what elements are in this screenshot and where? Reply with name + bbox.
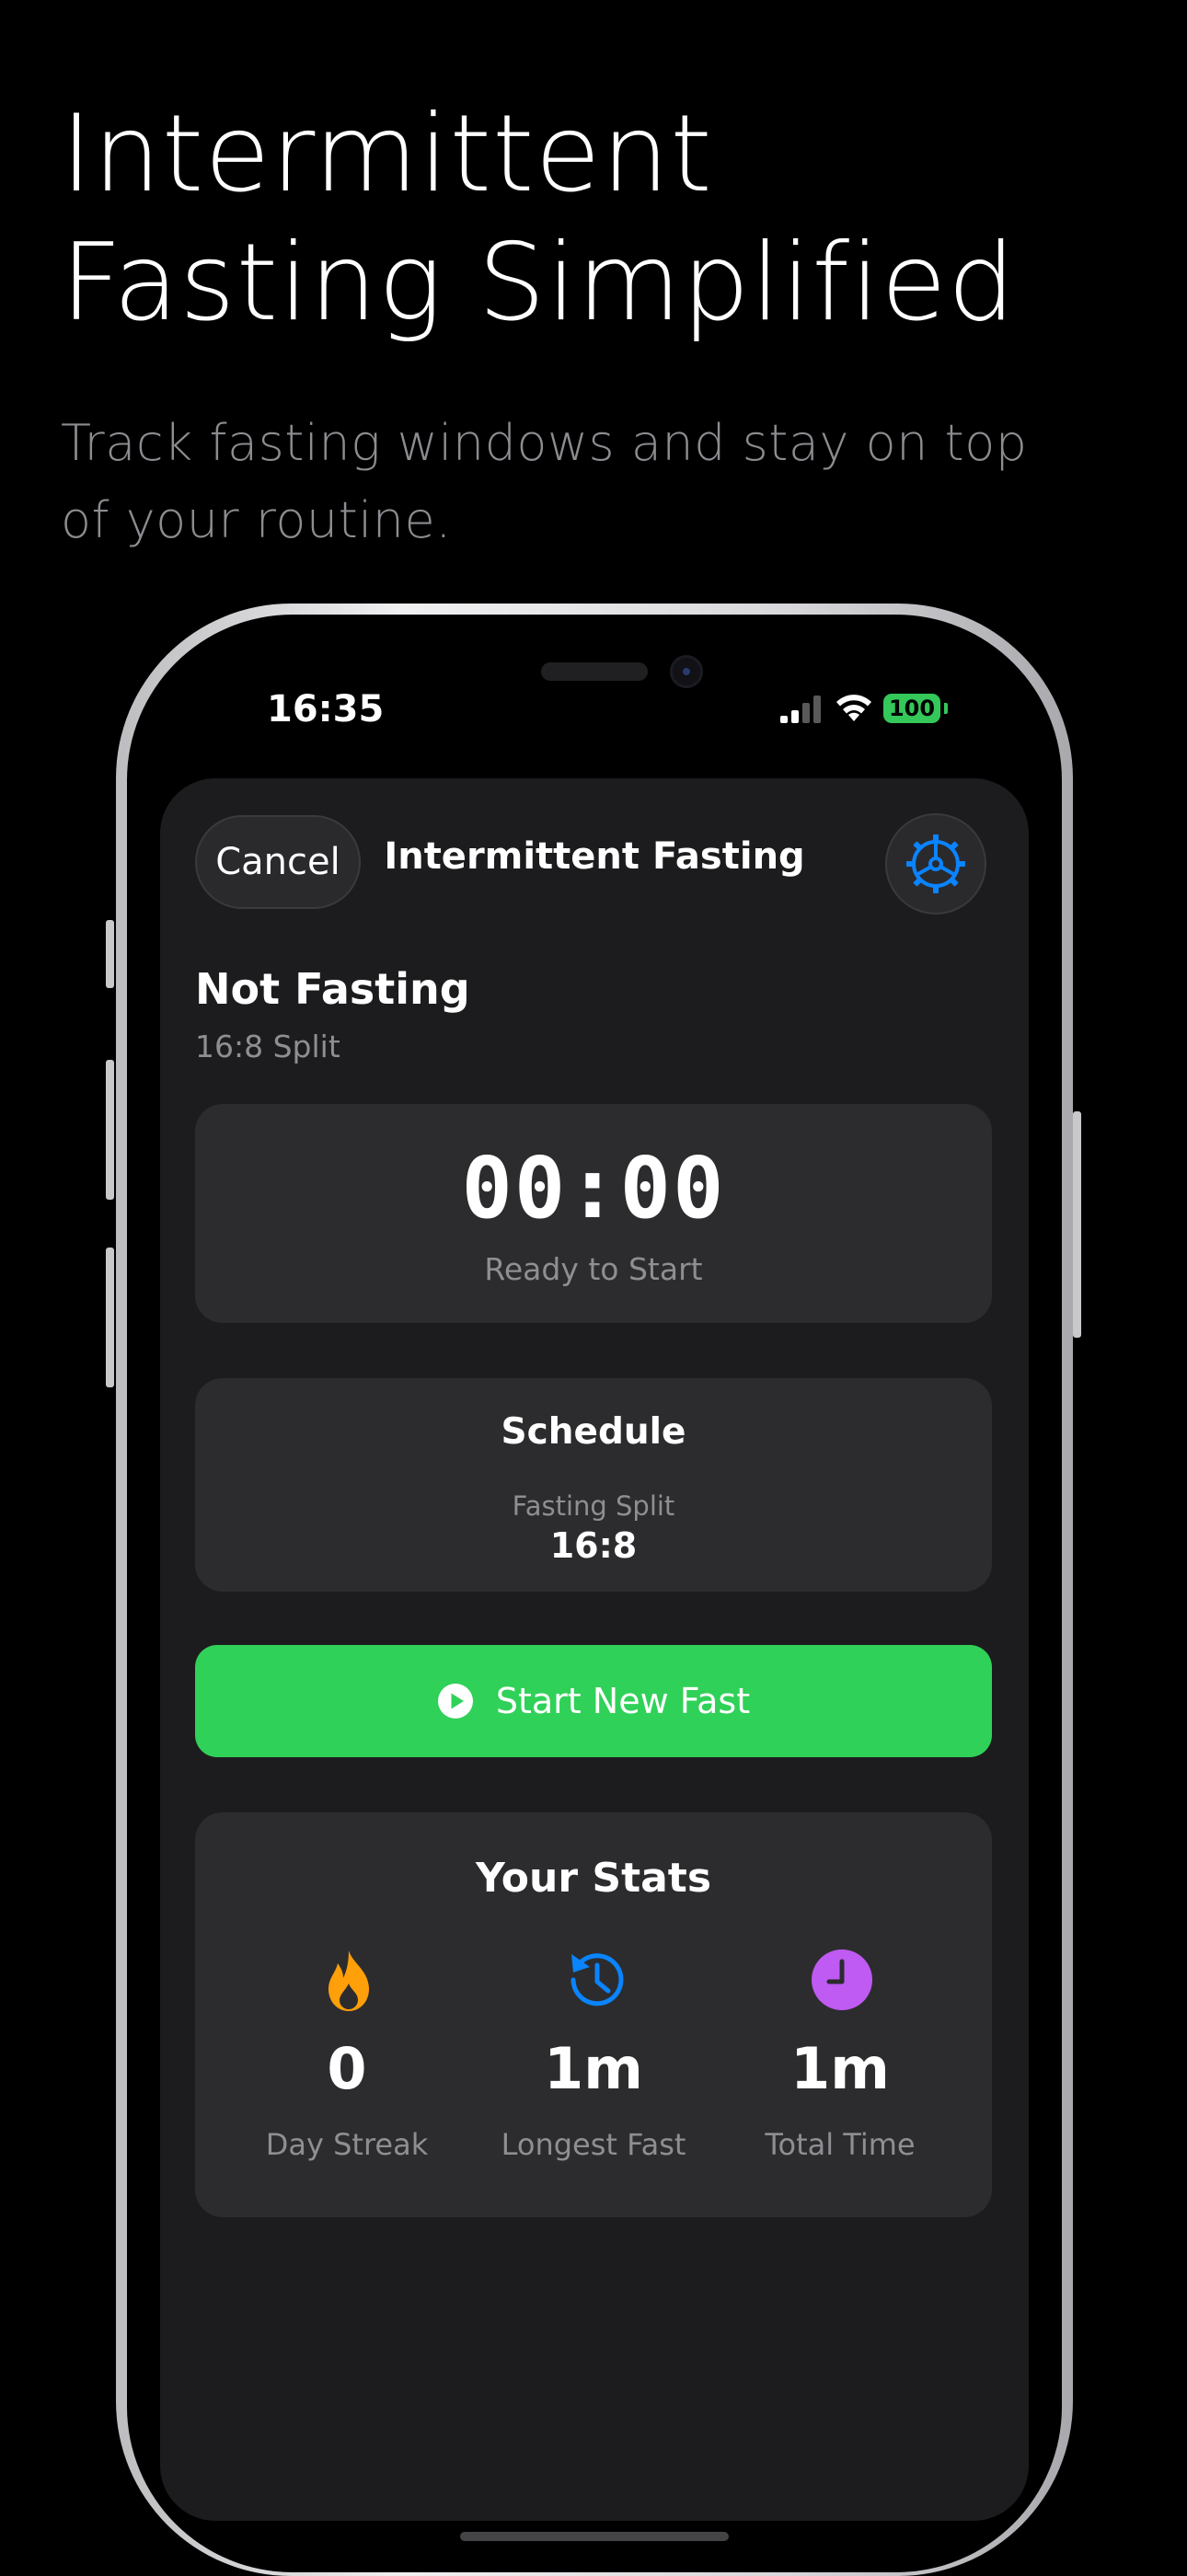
- stat-longest-fast: 1m Longest Fast: [474, 1947, 713, 2186]
- stats-title: Your Stats: [475, 1855, 712, 1902]
- stat-total-time-value: 1m: [790, 2035, 890, 2102]
- schedule-title: Schedule: [501, 1411, 686, 1453]
- home-indicator[interactable]: [460, 2532, 729, 2541]
- timer-status: Ready to Start: [484, 1251, 703, 1287]
- start-new-fast-button[interactable]: Start New Fast: [195, 1645, 992, 1757]
- timer-value: 00:00: [461, 1139, 726, 1237]
- speaker-grille: [541, 662, 648, 681]
- status-time: 16:35: [267, 688, 385, 730]
- stat-total-time-label: Total Time: [765, 2127, 916, 2162]
- flame-icon: [328, 1950, 369, 2011]
- cellular-signal-icon: [780, 690, 826, 727]
- fasting-sheet: Cancel Intermittent Fasting Not Fasting …: [160, 778, 1029, 2521]
- schedule-card[interactable]: Schedule Fasting Split 16:8: [195, 1378, 992, 1592]
- volume-down-button: [106, 1248, 114, 1387]
- stat-day-streak-label: Day Streak: [265, 2127, 429, 2162]
- fasting-split-label: 16:8 Split: [195, 1029, 340, 1064]
- front-camera: [670, 655, 703, 688]
- headline-line-1: Intermittent: [61, 92, 713, 216]
- action-button: [106, 920, 114, 988]
- stat-longest-fast-value: 1m: [544, 2035, 643, 2102]
- wifi-icon: [836, 695, 871, 721]
- cancel-button[interactable]: Cancel: [195, 815, 361, 909]
- headline-line-2: Fasting Simplified: [61, 221, 1017, 345]
- settings-button[interactable]: [885, 813, 986, 914]
- battery-cap: [944, 703, 948, 714]
- battery-indicator: 100: [883, 694, 940, 723]
- schedule-split-value: 16:8: [549, 1525, 638, 1566]
- history-clock-icon: [570, 1953, 624, 2007]
- gear-icon: [906, 834, 965, 893]
- sheet-title: Intermittent Fasting: [384, 835, 805, 878]
- power-button: [1073, 1111, 1081, 1338]
- phone-screen: 16:35 100 Cancel Intermittent Fasting No…: [147, 635, 1042, 2567]
- volume-up-button: [106, 1060, 114, 1200]
- timer-card: 00:00 Ready to Start: [195, 1104, 992, 1323]
- stat-day-streak-value: 0: [327, 2035, 367, 2102]
- stat-total-time: 1m Total Time: [720, 1947, 960, 2186]
- play-circle-icon: [437, 1684, 473, 1719]
- fasting-status-title: Not Fasting: [195, 964, 470, 1014]
- stats-card: Your Stats 0 Day Streak 1m Longest Fast: [195, 1812, 992, 2217]
- start-new-fast-label: Start New Fast: [495, 1681, 751, 1721]
- clock-icon: [812, 1949, 872, 2010]
- marketing-subline: Track fasting windows and stay on top of…: [61, 414, 1028, 549]
- schedule-split-label: Fasting Split: [512, 1490, 675, 1522]
- marketing-headline: Intermittent Fasting Simplified: [61, 90, 1119, 348]
- stat-day-streak: 0 Day Streak: [227, 1947, 467, 2186]
- stat-longest-fast-label: Longest Fast: [501, 2127, 686, 2162]
